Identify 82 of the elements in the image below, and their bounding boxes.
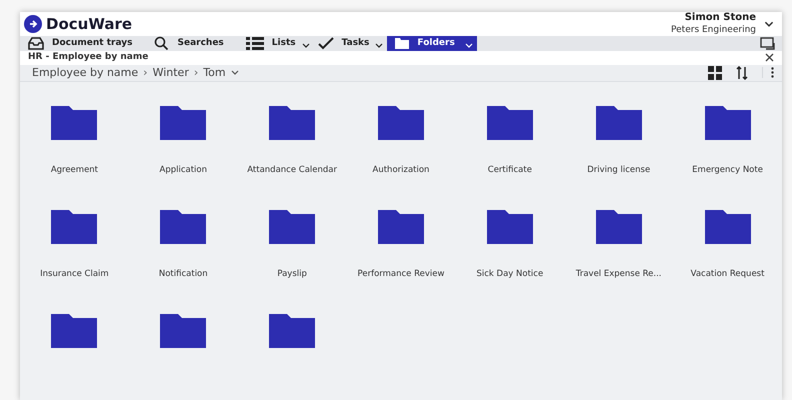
folder-label: Insurance Claim [40, 268, 109, 281]
more-button[interactable] [762, 67, 774, 78]
window-button[interactable] [760, 36, 776, 51]
breadcrumb-dropdown[interactable] [230, 70, 239, 76]
breadcrumb-link[interactable]: Winter [152, 64, 189, 81]
sort-icon [736, 66, 748, 80]
folder-icon [596, 210, 642, 244]
breadcrumb-link[interactable]: Tom [203, 64, 226, 81]
grid-view-button[interactable] [708, 66, 722, 80]
folder-label: Authorization [372, 164, 430, 177]
folder-item[interactable]: Emergency Note [673, 106, 782, 210]
caret-icon [464, 43, 473, 48]
folder-item[interactable]: Insurance Claim [20, 210, 129, 314]
folder-icon [51, 106, 98, 140]
nav-tab[interactable]: Folders [387, 36, 477, 51]
folder-icon [395, 38, 410, 49]
folder-icon [51, 314, 98, 348]
folder-label: Agreement [50, 164, 98, 177]
search-icon [154, 36, 170, 51]
logo-text: DocuWare [46, 14, 132, 35]
folder-item[interactable]: Vacation Request [673, 210, 782, 314]
folder-icon [704, 106, 751, 140]
folder-icon [378, 106, 424, 140]
folder-icon [486, 106, 533, 140]
breadcrumb-link[interactable]: Employee by name [32, 64, 138, 81]
folder-item[interactable]: Payslip [238, 210, 347, 314]
folder-item[interactable]: Authorization [346, 106, 456, 210]
close-button[interactable] [765, 53, 774, 62]
caret-icon [302, 43, 310, 48]
folder-label: Application [160, 164, 208, 177]
folder-icon [51, 210, 98, 244]
folder-label: Performance Review [358, 268, 444, 281]
folder-icon [160, 314, 206, 348]
breadcrumb-separator: › [194, 64, 198, 80]
close-icon [765, 53, 774, 62]
user-name: Simon Stone [684, 12, 756, 24]
folder-label: Vacation Request [690, 268, 764, 281]
folder-icon [160, 106, 206, 140]
folder-label: Travel Expense Re... [576, 268, 662, 281]
sort-button[interactable] [736, 66, 748, 80]
folder-item[interactable]: Driving license [564, 106, 674, 210]
folder-item[interactable]: Application [128, 106, 238, 210]
tray-icon [28, 37, 44, 50]
folder-item[interactable]: Certificate [455, 106, 564, 210]
folder-item[interactable]: Agreement [20, 106, 129, 210]
window-icon [760, 36, 776, 50]
folder-icon [160, 210, 206, 244]
caret-icon [375, 43, 384, 48]
folder-icon [269, 210, 316, 244]
caret-icon [230, 70, 239, 76]
folder-label: Attandance Calendar [247, 164, 337, 177]
logo-icon [24, 15, 42, 33]
breadcrumb-separator: › [143, 64, 148, 80]
folder-icon [704, 210, 751, 244]
nav-tab[interactable]: Lists [242, 36, 314, 51]
nav-tab[interactable]: Document trays [24, 36, 150, 51]
company-name: Peters Engineering [671, 24, 756, 36]
folder-icon [269, 314, 316, 348]
folder-label: Emergency Note [692, 164, 763, 177]
nav-tab[interactable]: Searches [150, 36, 242, 51]
more-icon [771, 67, 774, 78]
folder-item[interactable]: Notification [128, 210, 238, 314]
folder-icon [378, 210, 424, 244]
folder-item[interactable]: Attandance Calendar [238, 106, 347, 210]
folder-label: Sick Day Notice [476, 268, 544, 281]
folder-item[interactable]: Travel Expense Re... [564, 210, 674, 314]
folder-icon [269, 106, 316, 140]
folder-icon [596, 106, 642, 140]
folder-label: Notification [158, 268, 208, 281]
list-icon [246, 36, 264, 51]
folder-label: Driving license [587, 164, 650, 177]
grid-icon [708, 66, 722, 80]
caret-icon [764, 21, 774, 27]
checkmark-icon [318, 37, 334, 50]
panel-title: HR - Employee by name [28, 51, 148, 64]
folder-item[interactable]: Performance Review [346, 210, 456, 314]
nav-tab[interactable]: Tasks [314, 36, 388, 51]
folder-item[interactable]: Sick Day Notice [455, 210, 564, 314]
folder-icon [486, 210, 533, 244]
folder-label: Certificate [488, 164, 532, 177]
user-menu-button[interactable] [764, 21, 774, 27]
folder-label: Payslip [277, 268, 307, 281]
